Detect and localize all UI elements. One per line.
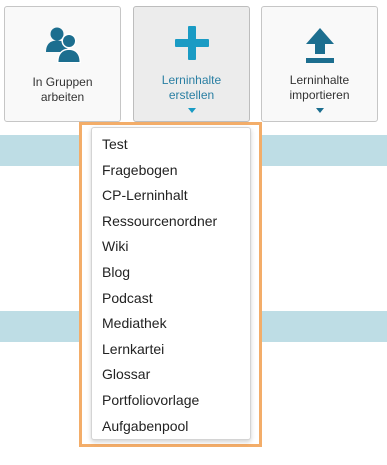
tile-label-line: Lerninhalte bbox=[289, 73, 350, 87]
users-icon bbox=[5, 25, 120, 65]
menu-item-aufgabenpool[interactable]: Aufgabenpool bbox=[92, 414, 250, 440]
menu-item-fragebogen[interactable]: Fragebogen bbox=[92, 158, 250, 184]
tile-label: Lerninhalte importieren bbox=[266, 73, 373, 103]
tile-label-line: erstellen bbox=[168, 88, 215, 102]
tile-label-line: arbeiten bbox=[40, 90, 85, 104]
plus-icon bbox=[134, 25, 249, 65]
create-content-dropdown: Test Fragebogen CP-Lerninhalt Ressourcen… bbox=[91, 127, 251, 440]
tile-label-line: importieren bbox=[289, 88, 350, 102]
menu-item-portfoliovorlage[interactable]: Portfoliovorlage bbox=[92, 388, 250, 414]
menu-item-mediathek[interactable]: Mediathek bbox=[92, 311, 250, 337]
menu-item-lernkartei[interactable]: Lernkartei bbox=[92, 337, 250, 363]
menu-item-blog[interactable]: Blog bbox=[92, 260, 250, 286]
menu-item-test[interactable]: Test bbox=[92, 132, 250, 158]
tile-label: Lerninhalte erstellen bbox=[138, 73, 245, 103]
tile-label-line: In Gruppen bbox=[32, 75, 93, 89]
chevron-down-icon bbox=[134, 108, 249, 113]
upload-icon bbox=[262, 25, 377, 65]
tile-label: In Gruppen arbeiten bbox=[9, 75, 116, 105]
work-in-groups-button[interactable]: In Gruppen arbeiten bbox=[4, 6, 121, 122]
menu-item-ressourcenordner[interactable]: Ressourcenordner bbox=[92, 209, 250, 235]
menu-item-glossar[interactable]: Glossar bbox=[92, 362, 250, 388]
tile-label-line: Lerninhalte bbox=[161, 73, 222, 87]
create-learning-content-button[interactable]: Lerninhalte erstellen bbox=[133, 6, 250, 122]
chevron-down-icon bbox=[262, 108, 377, 113]
menu-item-cp-lerninhalt[interactable]: CP-Lerninhalt bbox=[92, 183, 250, 209]
import-learning-content-button[interactable]: Lerninhalte importieren bbox=[261, 6, 378, 122]
menu-item-wiki[interactable]: Wiki bbox=[92, 234, 250, 260]
menu-item-podcast[interactable]: Podcast bbox=[92, 286, 250, 312]
